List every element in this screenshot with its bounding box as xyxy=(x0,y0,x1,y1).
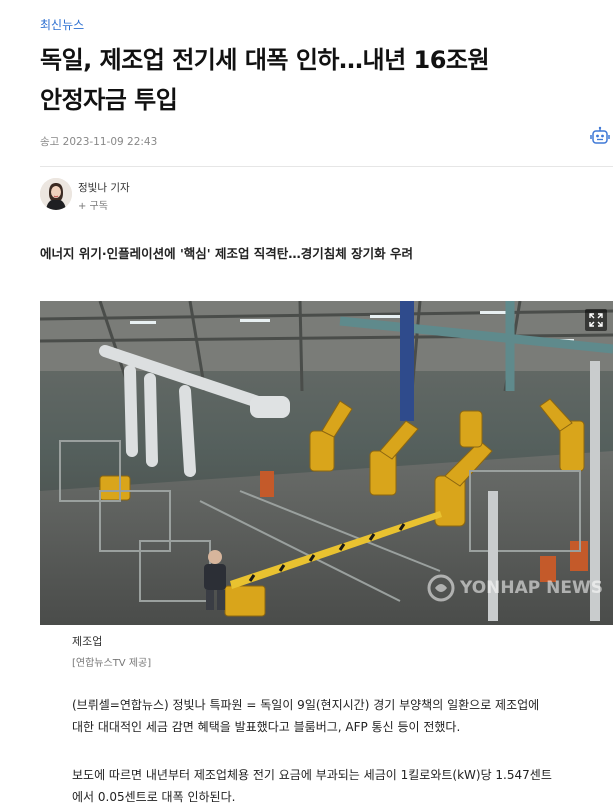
body-paragraph-line: 대한 대대적인 세금 감면 혜택을 발표했다고 블룸버그, AFP 통신 등이 … xyxy=(72,720,461,734)
reporter-name[interactable]: 정빛나 기자 xyxy=(78,180,130,195)
reporter-avatar[interactable] xyxy=(40,178,72,210)
yonhap-logo-icon xyxy=(427,574,455,602)
body-paragraph-line: (브뤼셀=연합뉴스) 정빛나 특파원 = 독일이 9일(현지시간) 경기 부양책… xyxy=(72,698,540,712)
headline-line-1: 독일, 제조업 전기세 대폭 인하…내년 16조원 xyxy=(40,46,490,74)
article-meta: 송고 2023-11-09 22:43 xyxy=(40,126,613,150)
photo-caption: 제조업 xyxy=(72,635,103,648)
robot-tts-icon xyxy=(590,126,610,144)
meta-divider xyxy=(40,166,613,167)
watermark-text: YONHAP NEWS xyxy=(460,578,603,598)
article-photo[interactable]: YONHAP NEWS xyxy=(40,301,613,625)
body-paragraph: 보도에 따르면 내년부터 제조업체용 전기 요금에 부과되는 세금이 1킬로와트… xyxy=(72,764,592,808)
body-paragraph-line: 에서 0.05센트로 대폭 인하된다. xyxy=(72,790,236,804)
tts-button[interactable] xyxy=(587,124,613,150)
expand-button[interactable] xyxy=(585,309,607,331)
expand-icon xyxy=(589,313,603,327)
photo-credit: [연합뉴스TV 제공] xyxy=(72,658,152,669)
article-subtitle: 에너지 위기·인플레이션에 '핵심' 제조업 직격탄…경기침체 장기화 우려 xyxy=(40,246,414,261)
body-paragraph: (브뤼셀=연합뉴스) 정빛나 특파원 = 독일이 9일(현지시간) 경기 부양책… xyxy=(72,694,592,738)
category-label[interactable]: 최신뉴스 xyxy=(40,16,84,33)
headline-line-2: 안정자금 투입 xyxy=(40,86,178,114)
article-headline: 독일, 제조업 전기세 대폭 인하…내년 16조원 안정자금 투입 xyxy=(40,40,580,120)
yonhap-watermark: YONHAP NEWS xyxy=(426,573,603,603)
body-paragraph-line: 보도에 따르면 내년부터 제조업체용 전기 요금에 부과되는 세금이 1킬로와트… xyxy=(72,768,552,782)
send-time: 송고 2023-11-09 22:43 xyxy=(40,136,158,148)
subscribe-button[interactable]: + 구독 xyxy=(78,197,108,212)
